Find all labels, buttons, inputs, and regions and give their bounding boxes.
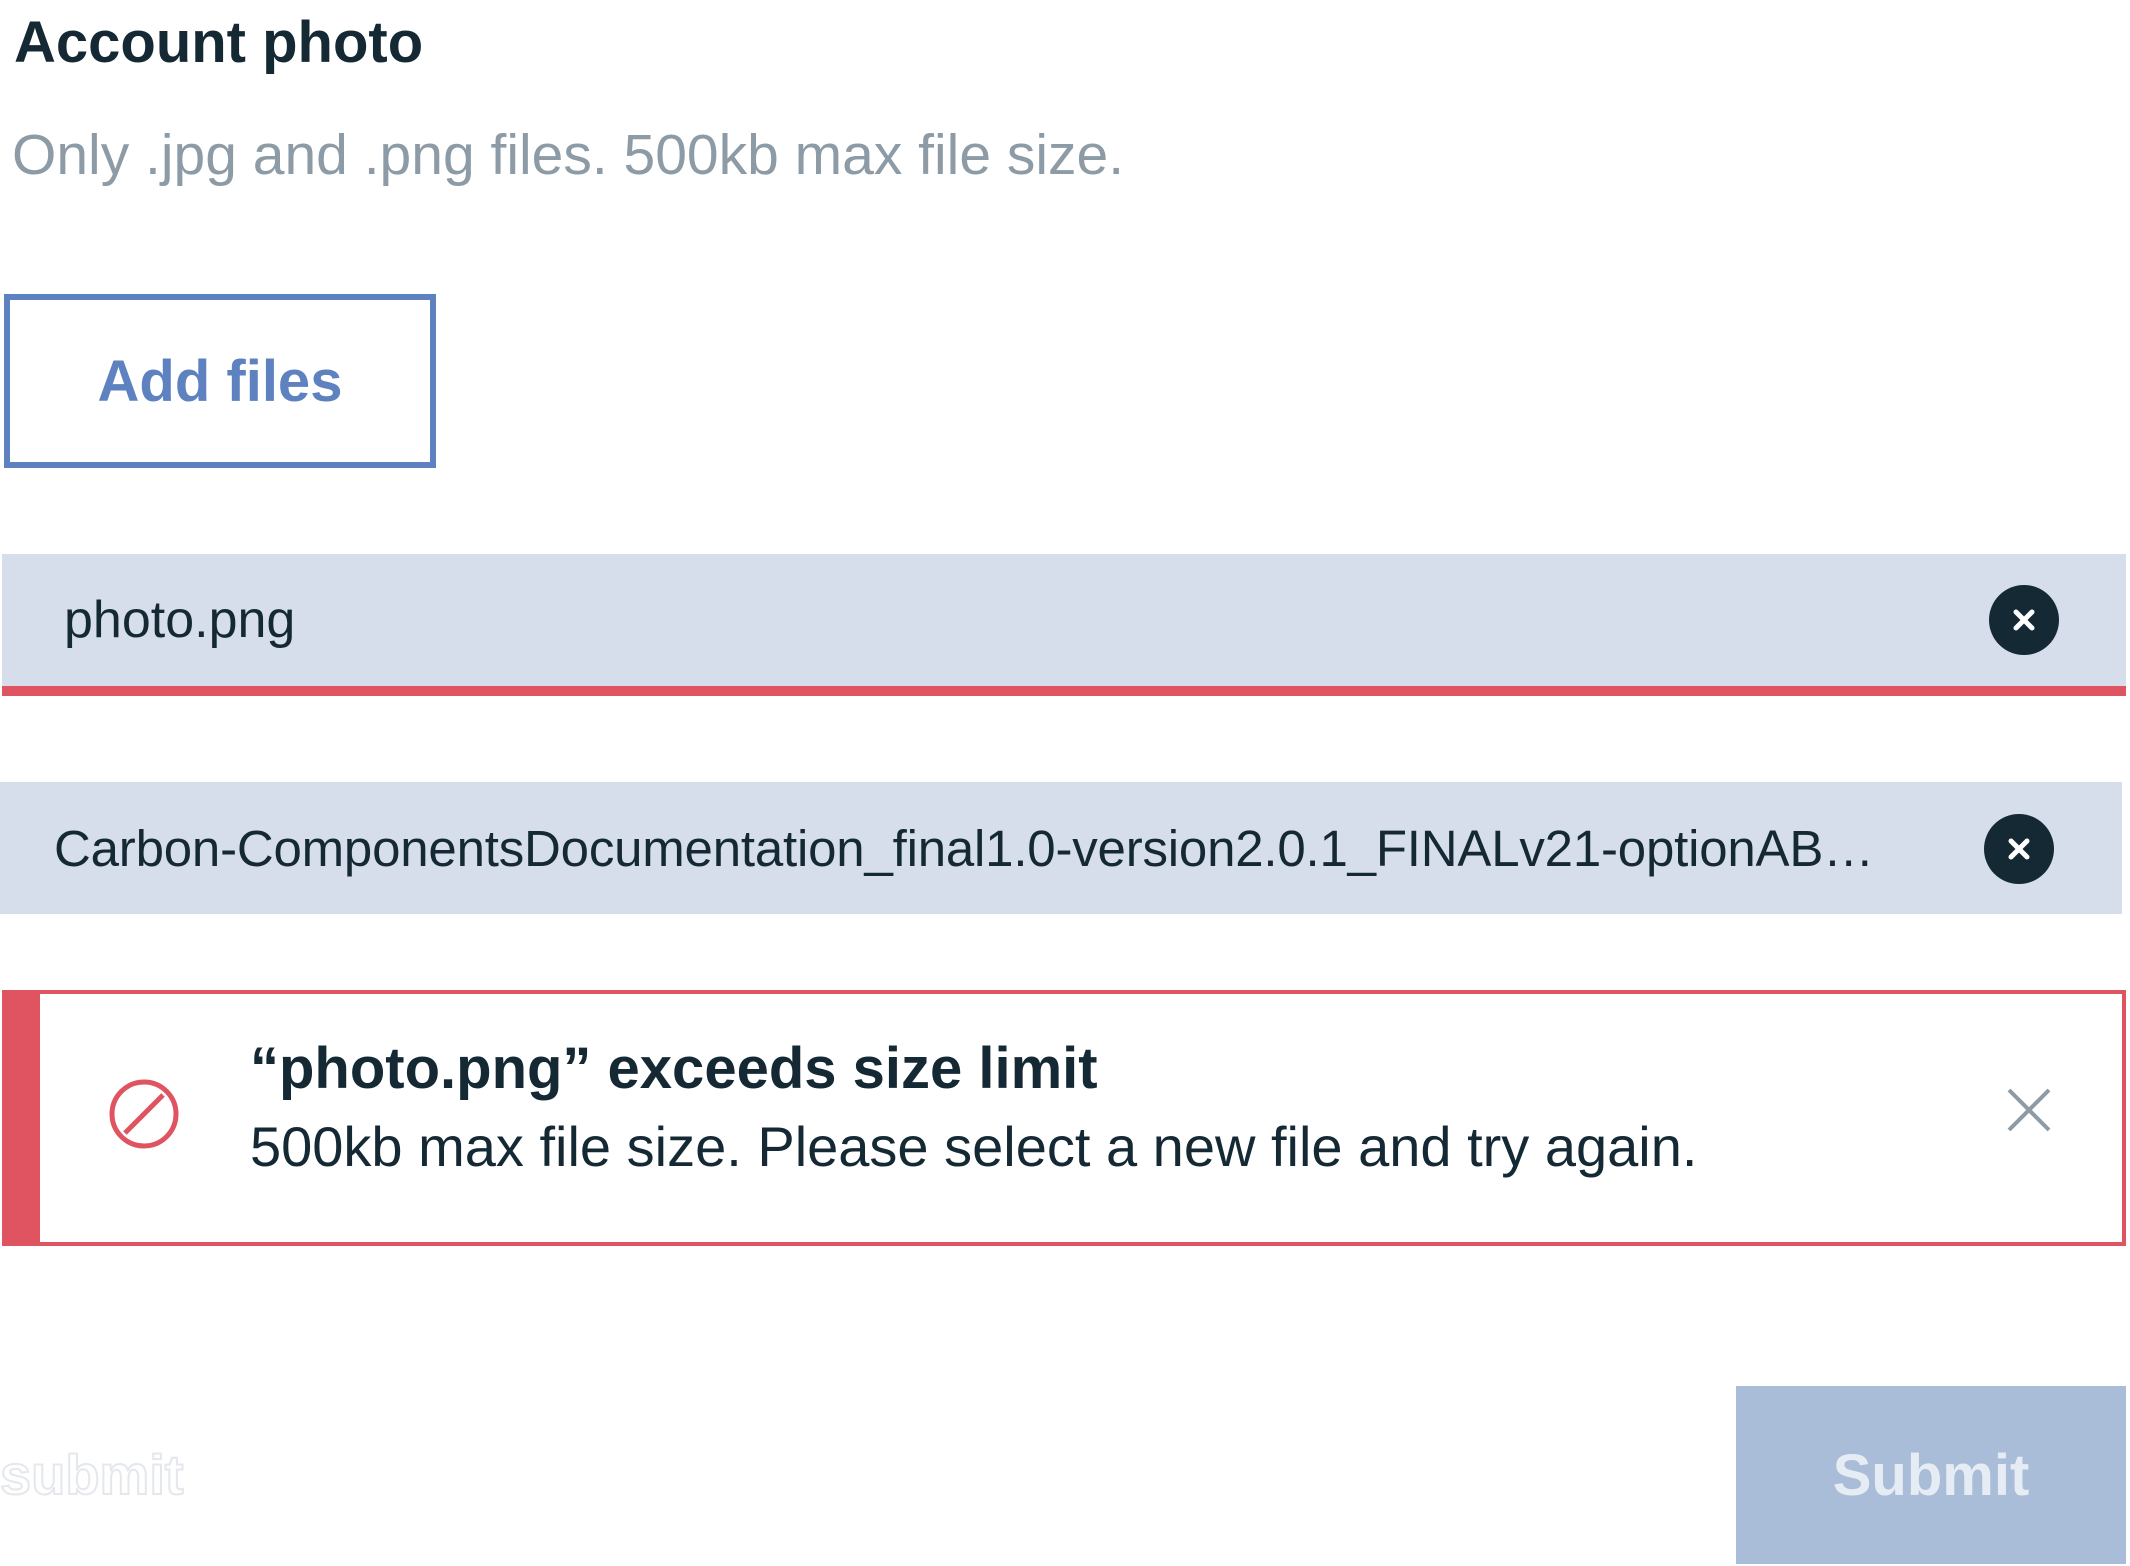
close-icon (2007, 1088, 2051, 1132)
notification-close-button[interactable] (2001, 1082, 2057, 1138)
ghost-submit-label: submit (0, 1442, 185, 1507)
close-circle-icon (2008, 838, 2030, 860)
file-item: Carbon-ComponentsDocumentation_final1.0-… (0, 782, 2122, 914)
remove-file-button[interactable] (1984, 814, 2054, 884)
uploader-description: Only .jpg and .png files. 500kb max file… (12, 123, 1125, 187)
notification-accent-bar (6, 994, 40, 1242)
file-name: photo.png (64, 591, 296, 649)
file-name: Carbon-ComponentsDocumentation_final1.0-… (54, 819, 1874, 877)
submit-button[interactable]: Submit (1736, 1386, 2126, 1564)
uploader-heading: Account photo (14, 10, 424, 75)
remove-file-button[interactable] (1989, 585, 2059, 655)
close-circle-icon (2013, 609, 2035, 631)
prohibited-icon (109, 1079, 179, 1149)
notification-title: “photo.png” exceeds size limit (250, 1036, 1098, 1101)
file-item-error: photo.png (2, 554, 2126, 696)
notification-subtitle: 500kb max file size. Please select a new… (250, 1115, 1698, 1178)
error-notification: “photo.png” exceeds size limit 500kb max… (2, 990, 2126, 1246)
add-files-button[interactable]: Add files (4, 294, 436, 468)
